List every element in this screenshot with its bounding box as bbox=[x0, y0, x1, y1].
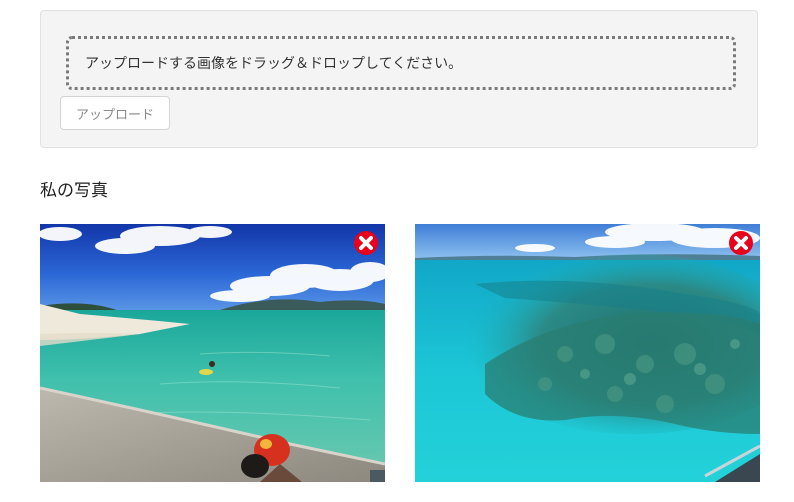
photo-card[interactable] bbox=[40, 224, 385, 482]
delete-icon[interactable] bbox=[353, 230, 379, 256]
section-title: 私の写真 bbox=[40, 181, 108, 201]
photo-card[interactable] bbox=[415, 224, 760, 482]
reef-photo bbox=[415, 224, 760, 482]
beach-photo bbox=[40, 224, 385, 482]
delete-icon[interactable] bbox=[728, 230, 754, 256]
drop-zone-text: アップロードする画像をドラッグ＆ドロップしてください。 bbox=[85, 56, 463, 72]
upload-button[interactable]: アップロード bbox=[60, 96, 170, 130]
drop-zone[interactable]: アップロードする画像をドラッグ＆ドロップしてください。 bbox=[66, 36, 736, 90]
upload-panel: アップロードする画像をドラッグ＆ドロップしてください。 アップロード bbox=[40, 10, 758, 148]
